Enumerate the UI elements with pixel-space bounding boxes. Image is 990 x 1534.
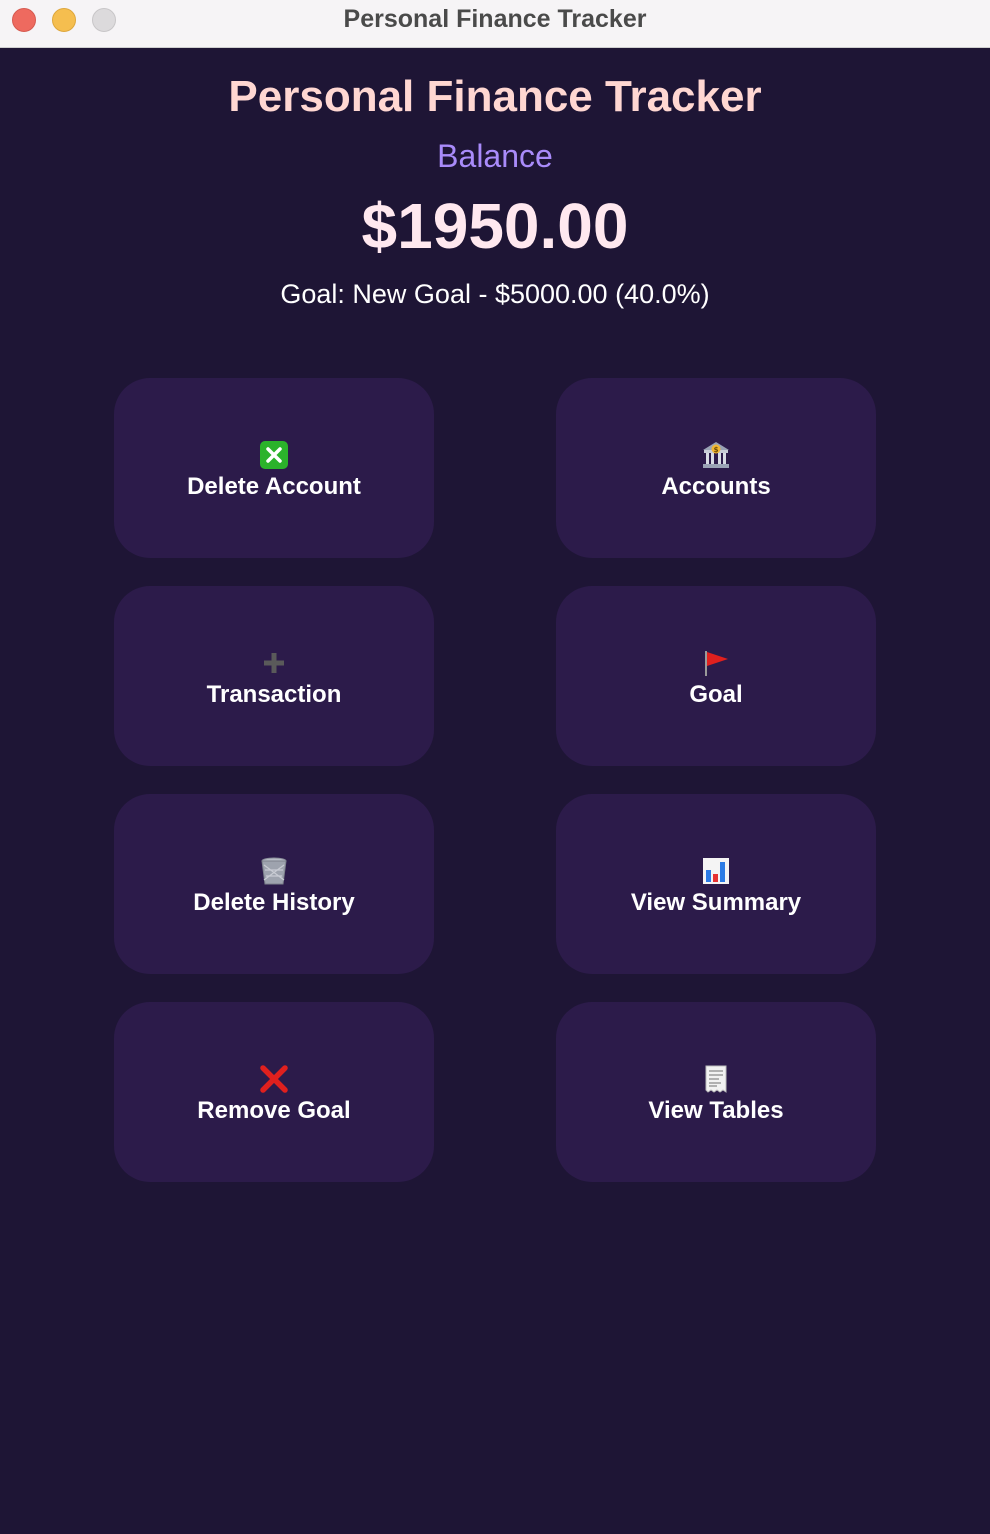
wastebasket-icon	[259, 856, 289, 886]
bank-icon: $	[701, 440, 731, 470]
red-x-icon	[259, 1064, 289, 1094]
red-flag-icon	[701, 648, 731, 678]
cross-mark-button-icon	[259, 440, 289, 470]
page-title: Personal Finance Tracker	[228, 72, 762, 121]
remove-goal-label: Remove Goal	[197, 1097, 351, 1124]
delete-history-label: Delete History	[193, 889, 355, 916]
view-tables-button[interactable]: View Tables	[556, 1002, 876, 1182]
goal-status: Goal: New Goal - $5000.00 (40.0%)	[280, 279, 710, 309]
action-button-grid: Delete Account $ Accounts Transaction Go…	[114, 378, 876, 1182]
balance-label: Balance	[437, 138, 553, 174]
receipt-icon	[701, 1064, 731, 1094]
title-bar: Personal Finance Tracker	[0, 0, 990, 48]
balance-amount: $1950.00	[361, 190, 629, 262]
delete-account-button[interactable]: Delete Account	[114, 378, 434, 558]
delete-account-label: Delete Account	[187, 473, 361, 500]
view-summary-button[interactable]: View Summary	[556, 794, 876, 974]
remove-goal-button[interactable]: Remove Goal	[114, 1002, 434, 1182]
window-title: Personal Finance Tracker	[343, 5, 647, 33]
app-window: Personal Finance Tracker Personal Financ…	[0, 0, 990, 1534]
view-tables-label: View Tables	[648, 1097, 784, 1124]
transaction-label: Transaction	[206, 681, 342, 708]
goal-button[interactable]: Goal	[556, 586, 876, 766]
delete-history-button[interactable]: Delete History	[114, 794, 434, 974]
accounts-label: Accounts	[661, 473, 771, 500]
svg-text:$: $	[714, 446, 719, 454]
accounts-button[interactable]: $ Accounts	[556, 378, 876, 558]
goal-label: Goal	[689, 681, 743, 708]
bar-chart-icon	[701, 856, 731, 886]
view-summary-label: View Summary	[630, 889, 802, 916]
transaction-button[interactable]: Transaction	[114, 586, 434, 766]
plus-icon	[259, 648, 289, 678]
